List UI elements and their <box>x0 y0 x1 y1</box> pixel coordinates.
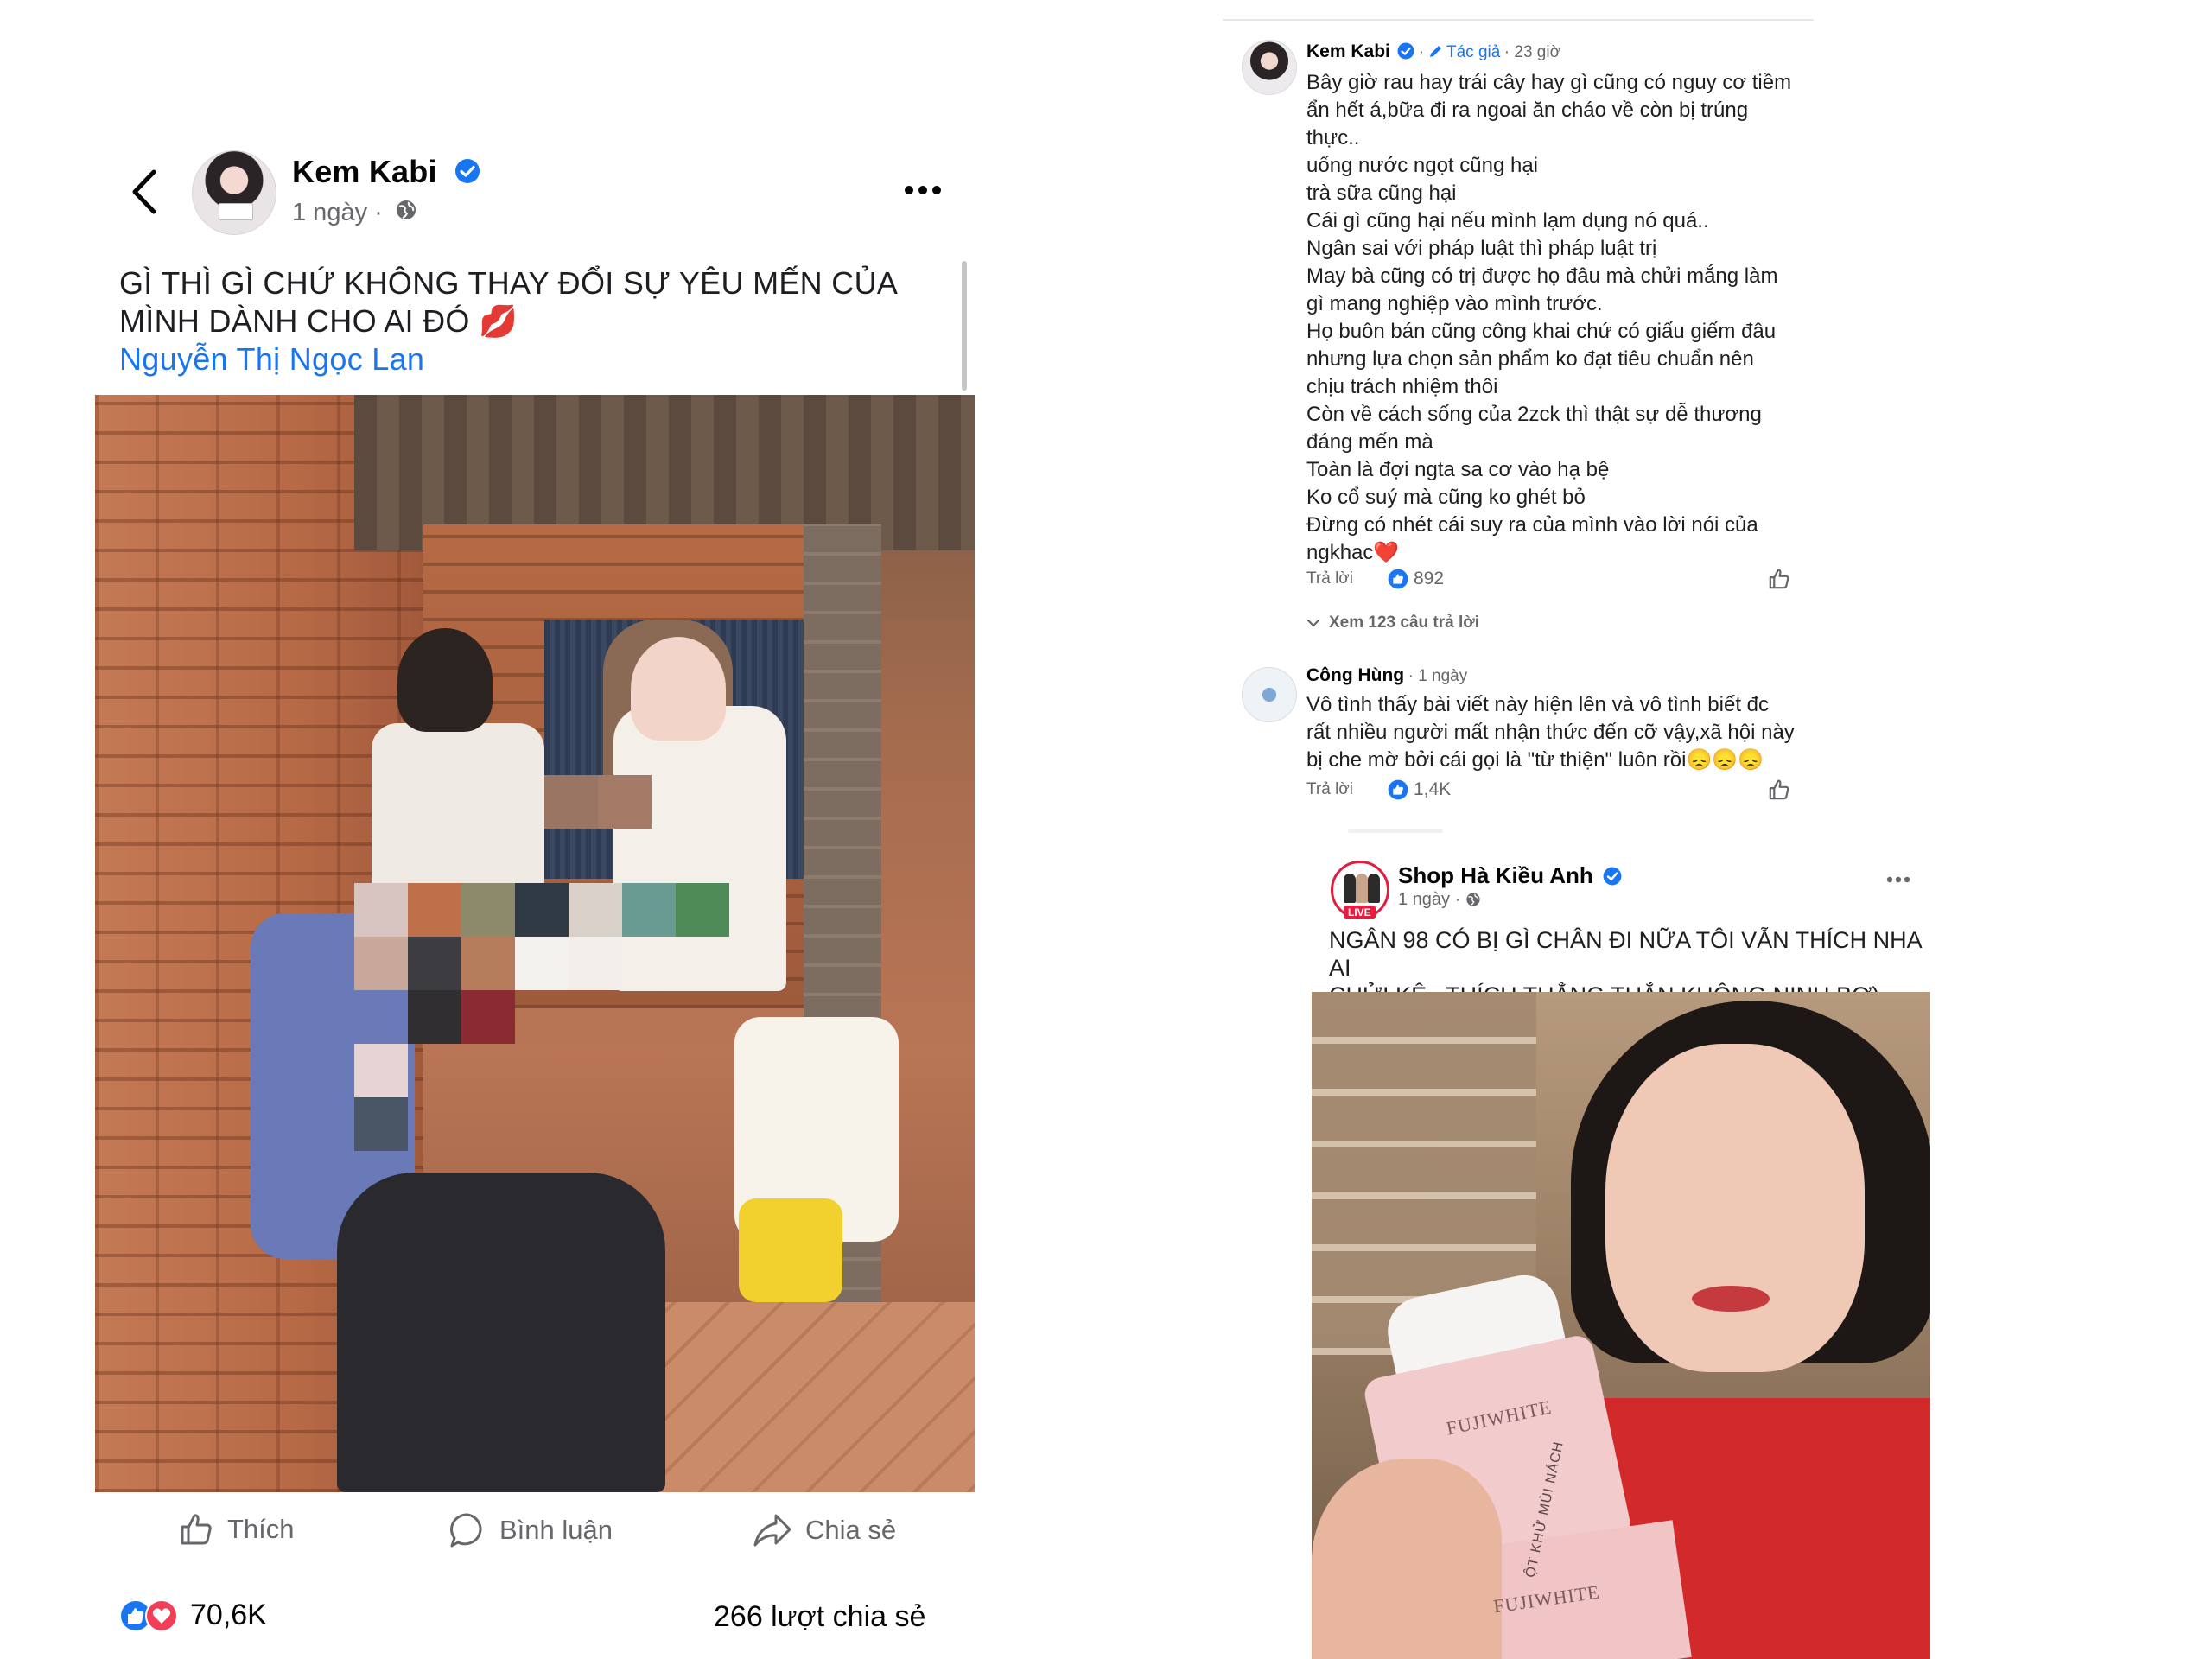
divider <box>1348 830 1443 833</box>
share-arrow-icon <box>753 1514 791 1547</box>
shop-post-time[interactable]: 1 ngày <box>1398 890 1450 909</box>
verified-badge-icon <box>454 156 480 192</box>
post-time[interactable]: 1 ngày <box>292 199 367 226</box>
reply-button[interactable]: Trả lời <box>1306 569 1353 588</box>
comment-time: · 23 giờ <box>1503 43 1561 61</box>
more-options-icon[interactable] <box>1885 873 1911 888</box>
verified-badge-icon <box>1603 867 1622 886</box>
author-avatar[interactable] <box>192 150 276 235</box>
chevron-down-icon <box>1306 619 1320 627</box>
like-reaction-icon <box>1388 569 1408 589</box>
reaction-summary[interactable]: 70,6K <box>119 1599 267 1632</box>
comment-line: Ngân sai với pháp luật thì pháp luật trị <box>1306 237 1657 260</box>
share-count[interactable]: 266 lượt chia sẻ <box>714 1600 925 1634</box>
divider <box>1223 19 1814 21</box>
meta-separator: · <box>374 199 383 226</box>
comment-line: ngkhac❤️ <box>1306 541 1400 564</box>
shop-post-photo[interactable]: FUJIWHITE ỘT KHỬ MÙI NÁCH FUJIWHITE <box>1312 992 1930 1659</box>
comment-line: Bây giờ rau hay trái cây hay gì cũng có … <box>1306 71 1792 94</box>
comment-line: Họ buôn bán cũng công khai chứ có giấu g… <box>1306 320 1777 343</box>
like-button[interactable]: Thích <box>177 1510 295 1548</box>
comment-like-button[interactable] <box>1767 778 1791 806</box>
comment-line: đáng mến mà <box>1306 430 1433 454</box>
globe-icon <box>395 199 417 228</box>
post-author[interactable]: Kem Kabi <box>292 154 480 192</box>
love-reaction-icon <box>145 1599 178 1632</box>
commenter-name[interactable]: Công Hùng <box>1306 665 1404 685</box>
comment-button[interactable]: Bình luận <box>448 1510 613 1550</box>
commenter-avatar[interactable] <box>1242 40 1297 95</box>
comment-actions: Trả lời 892 <box>1306 569 1444 589</box>
commenter-avatar[interactable] <box>1242 667 1297 722</box>
thumbs-up-icon <box>1769 569 1789 589</box>
like-label: Thích <box>227 1514 295 1544</box>
shop-name[interactable]: Shop Hà Kiều Anh <box>1398 862 1593 888</box>
post-meta: 1 ngày · <box>292 199 417 228</box>
tagged-user-link[interactable]: Nguyễn Thị Ngọc Lan <box>119 340 966 378</box>
like-number: 892 <box>1413 569 1445 588</box>
author-name[interactable]: Kem Kabi <box>292 154 437 189</box>
shop-name-row: Shop Hà Kiều Anh <box>1398 862 1622 889</box>
reaction-count: 70,6K <box>190 1599 267 1631</box>
comment-line: Còn về cách sống của 2zck thì thật sự dễ… <box>1306 403 1762 426</box>
comment-time: · 1 ngày <box>1408 667 1468 685</box>
view-replies-label: Xem 123 câu trả lời <box>1329 613 1480 632</box>
live-badge: LIVE <box>1344 906 1376 919</box>
comment-line: Vô tình thấy bài viết này hiện lên và vô… <box>1306 693 1770 716</box>
thumbs-up-icon <box>1769 779 1789 800</box>
comment-line: gì mang nghiệp vào mình trước. <box>1306 292 1603 315</box>
post-action-bar: Thích Bình luận Chia sẻ <box>95 1510 975 1562</box>
comment-line: chịu trách nhiệm thôi <box>1306 375 1498 398</box>
comment-line: nhưng lựa chọn sản phẩm ko đạt tiêu chuẩ… <box>1306 347 1754 371</box>
comment-line: Đừng có nhét cái suy ra của mình vào lời… <box>1306 513 1758 537</box>
shop-post-meta: 1 ngày · <box>1398 890 1481 910</box>
commenter-name[interactable]: Kem Kabi <box>1306 41 1390 61</box>
comment-line: bị che mờ bởi cái gọi là "từ thiện" luôn… <box>1306 748 1764 772</box>
comment-line: trà sữa cũng hại <box>1306 181 1457 205</box>
thumbs-up-icon <box>181 1514 212 1545</box>
post-caption-text: GÌ THÌ GÌ CHỨ KHÔNG THAY ĐỔI SỰ YÊU MẾN … <box>119 265 897 339</box>
comment-header: Công Hùng · 1 ngày <box>1306 665 1467 686</box>
more-options-icon[interactable] <box>902 183 944 197</box>
comment-line: uống nước ngọt cũng hại <box>1306 154 1538 177</box>
author-tag: Tác giả <box>1446 43 1501 61</box>
comment-line: rất nhiều người mất nhận thức đến cỡ vậy… <box>1306 721 1795 744</box>
shop-post-line: NGÂN 98 CÓ BỊ GÌ CHÂN ĐI NỮA TÔI VẪN THÍ… <box>1329 927 1922 981</box>
comment-line: Ko cổ suý mà cũng ko ghét bỏ <box>1306 486 1586 509</box>
meta-separator: · <box>1454 890 1461 909</box>
comment-bubble-icon <box>450 1513 482 1548</box>
like-number: 1,4K <box>1413 779 1452 799</box>
post-photo[interactable] <box>95 395 975 1492</box>
comment-line: thực.. <box>1306 126 1360 149</box>
view-replies-button[interactable]: Xem 123 câu trả lời <box>1306 613 1479 632</box>
comment-line: Toàn là đợi ngta sa cơ vào hạ bệ <box>1306 458 1610 481</box>
scrollbar[interactable] <box>962 261 967 391</box>
comment-actions: Trả lời 1,4K <box>1306 779 1451 800</box>
share-label: Chia sẻ <box>805 1515 897 1545</box>
comment-text: Vô tình thấy bài viết này hiện lên và vô… <box>1306 691 1808 774</box>
back-chevron-icon[interactable] <box>128 168 162 215</box>
comment-like-count[interactable]: 892 <box>1388 569 1444 589</box>
pencil-icon <box>1429 46 1441 57</box>
post-caption: GÌ THÌ GÌ CHỨ KHÔNG THAY ĐỔI SỰ YÊU MẾN … <box>119 264 966 378</box>
reply-button[interactable]: Trả lời <box>1306 780 1353 799</box>
comment-label: Bình luận <box>499 1515 613 1545</box>
like-reaction-icon <box>1388 779 1408 800</box>
comment-like-count[interactable]: 1,4K <box>1388 779 1451 800</box>
share-button[interactable]: Chia sẻ <box>752 1510 896 1550</box>
comment-text: Bây giờ rau hay trái cây hay gì cũng có … <box>1306 69 1808 567</box>
globe-icon <box>1466 893 1480 906</box>
verified-badge-icon <box>1397 42 1414 60</box>
comment-line: May bà cũng có trị được họ đâu mà chửi m… <box>1306 264 1778 288</box>
comment-header: Kem Kabi · Tác giả · 23 giờ <box>1306 41 1560 62</box>
comment-line: Cái gì cũng hại nếu mình lạm dụng nó quá… <box>1306 209 1709 232</box>
meta-separator: · <box>1418 43 1425 61</box>
comment-like-button[interactable] <box>1767 567 1791 595</box>
comment-line: ẩn hết á,bữa đi ra ngoai ăn cháo về còn … <box>1306 99 1749 122</box>
